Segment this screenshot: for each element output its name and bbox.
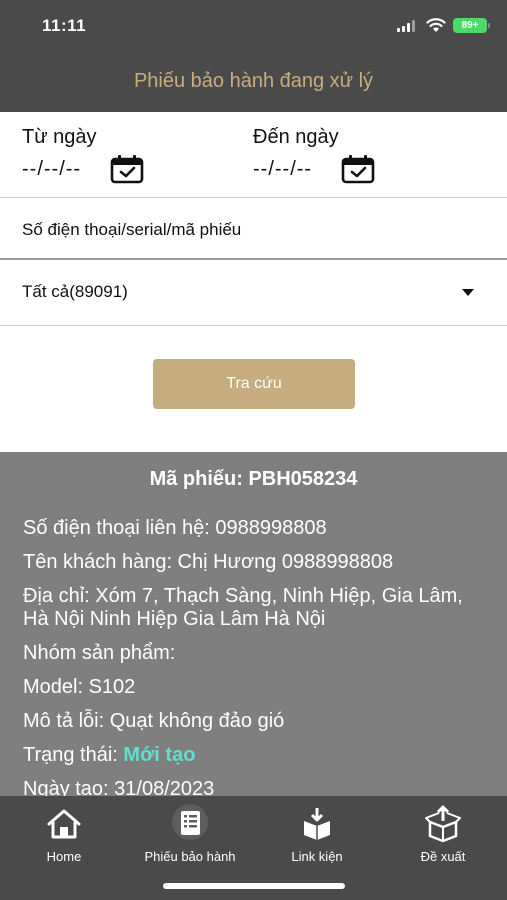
box-download-icon <box>304 808 330 840</box>
tab-warranty[interactable]: Phiếu bảo hành <box>135 804 245 864</box>
status-bar: 11:11 89+ <box>0 0 507 52</box>
tab-proposal[interactable]: Đề xuất <box>388 804 498 864</box>
ticket-customer: Tên khách hàng: Chị Hương 0988998808 <box>23 551 394 573</box>
tab-home[interactable]: Home <box>9 804 119 864</box>
from-date-value[interactable]: --/--/-- <box>22 158 81 181</box>
status-select-value: Tất cả(89091) <box>22 282 128 301</box>
ticket-error: Mô tả lỗi: Quạt không đảo gió <box>23 710 285 732</box>
ticket-code: Mã phiếu: PBH058234 <box>149 468 358 490</box>
from-date-label: Từ ngày <box>22 126 97 148</box>
ticket-product-group: Nhóm sản phẩm: <box>23 642 176 664</box>
status-time: 11:11 <box>42 16 87 35</box>
document-list-icon <box>181 811 200 835</box>
calendar-icon[interactable] <box>110 154 144 184</box>
status-select[interactable]: Tất cả(89091) <box>0 260 507 326</box>
to-date-value[interactable]: --/--/-- <box>253 158 312 181</box>
search-input[interactable] <box>22 216 482 244</box>
ticket-status-label: Trạng thái: <box>23 744 124 766</box>
page-title: Phiếu bảo hành đang xử lý <box>133 70 374 92</box>
calendar-icon[interactable] <box>341 154 375 184</box>
from-date-field[interactable]: Từ ngày --/--/-- <box>22 126 144 184</box>
search-button[interactable]: Tra cứu <box>153 359 355 409</box>
to-date-label: Đến ngày <box>253 126 339 148</box>
ticket-created: Ngày tạo: 31/08/2023 <box>23 778 215 796</box>
tab-label: Đề xuất <box>420 849 466 864</box>
ticket-address: Địa chỉ: Xóm 7, Thạch Sàng, Ninh Hiệp, G… <box>23 585 463 630</box>
wifi-icon <box>426 18 446 32</box>
tab-label: Home <box>46 849 82 864</box>
tab-parts-link[interactable]: Link kiện <box>262 804 372 864</box>
box-upload-icon <box>425 805 461 843</box>
ticket-status: Trạng thái: Mới tạo <box>23 738 487 772</box>
search-field <box>0 198 507 260</box>
cellular-signal-icon <box>397 20 417 32</box>
header: Phiếu bảo hành đang xử lý <box>0 52 507 112</box>
battery-icon: 89+ <box>453 18 490 33</box>
caret-down-icon <box>462 289 474 296</box>
ticket-status-value: Mới tạo <box>123 744 196 766</box>
ticket-phone: Số điện thoại liên hệ: 0988998808 <box>23 517 327 539</box>
to-date-field[interactable]: Đến ngày --/--/-- <box>253 126 375 184</box>
ticket-model: Model: S102 <box>23 676 136 698</box>
date-filter-row: Từ ngày --/--/-- Đến ngày --/--/-- <box>0 112 507 198</box>
ticket-card[interactable]: Mã phiếu: PBH058234 Số điện thoại liên h… <box>0 452 507 796</box>
home-indicator <box>163 883 345 889</box>
ticket-details: Số điện thoại liên hệ: 0988998808 Tên kh… <box>23 511 487 796</box>
tab-label: Phiếu bảo hành <box>144 849 236 864</box>
tab-label: Link kiện <box>291 849 343 864</box>
home-icon <box>47 809 81 839</box>
